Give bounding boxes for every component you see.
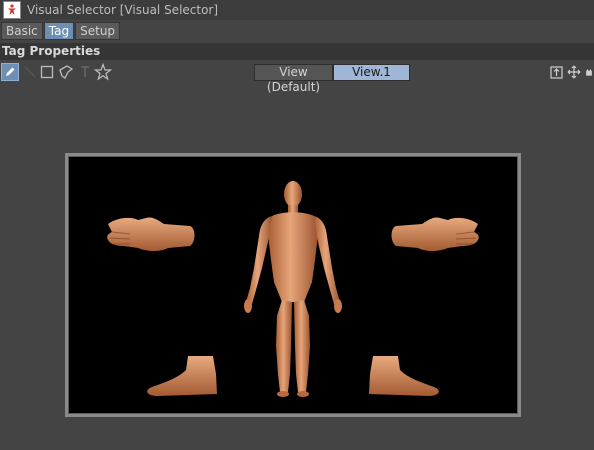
human-body-image — [107, 181, 479, 397]
polygon-icon[interactable] — [57, 63, 75, 81]
line-icon[interactable] — [21, 63, 39, 81]
body-region[interactable] — [244, 181, 342, 397]
frame-icon[interactable] — [548, 64, 564, 80]
tag-toolbar: View (Default) View.1 — [0, 61, 594, 94]
view-selector: View (Default) View.1 — [254, 64, 410, 94]
pencil-icon[interactable] — [1, 63, 19, 81]
tab-setup[interactable]: Setup — [75, 21, 121, 40]
window-title: Visual Selector [Visual Selector] — [27, 3, 219, 17]
left-hand-region[interactable] — [107, 217, 195, 251]
tab-tag[interactable]: Tag — [43, 21, 75, 40]
star-icon[interactable] — [94, 63, 112, 81]
human-figure-icon — [3, 1, 21, 19]
square-icon[interactable] — [38, 63, 56, 81]
text-icon[interactable] — [76, 63, 94, 81]
section-title: Tag Properties — [0, 43, 594, 60]
title-bar: Visual Selector [Visual Selector] — [0, 0, 594, 20]
visual-selector-canvas[interactable] — [65, 153, 521, 417]
move-icon[interactable] — [566, 64, 582, 80]
right-toolbar — [548, 64, 594, 80]
view-default-button[interactable]: View (Default) — [254, 64, 333, 94]
left-foot-region[interactable] — [147, 356, 217, 396]
right-hand-region[interactable] — [391, 217, 479, 251]
right-foot-region[interactable] — [369, 356, 439, 396]
tab-bar: Basic Tag Setup — [0, 21, 594, 40]
tab-basic[interactable]: Basic — [1, 21, 43, 40]
view-1-button[interactable]: View.1 — [333, 64, 410, 81]
pan-icon[interactable] — [584, 64, 594, 80]
